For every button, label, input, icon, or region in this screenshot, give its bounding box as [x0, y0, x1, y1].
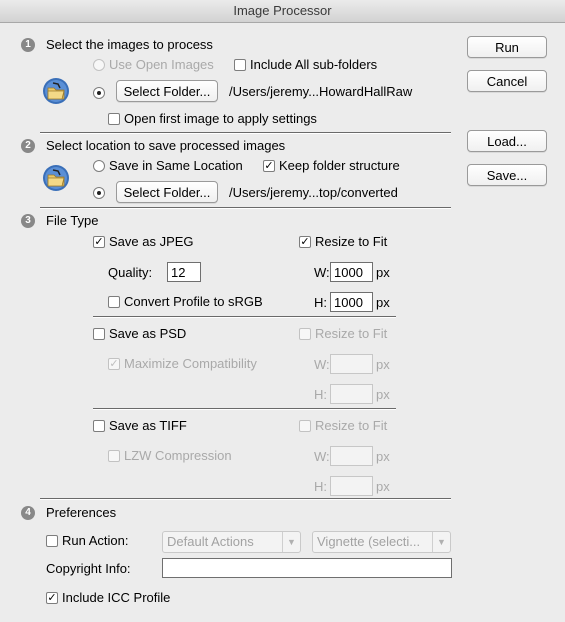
section-2-heading: Select location to save processed images [46, 138, 286, 153]
keep-folder-structure-checkbox[interactable]: ✓ [263, 160, 275, 172]
chevron-down-icon: ▼ [432, 532, 450, 552]
psd-width-input[interactable] [330, 354, 373, 374]
run-action-label: Run Action: [62, 533, 129, 548]
action-set-select[interactable]: Default Actions ▼ [162, 531, 301, 553]
separator [93, 408, 396, 410]
include-icc-checkbox[interactable]: ✓ [46, 592, 58, 604]
tiff-resize-label: Resize to Fit [315, 418, 388, 433]
tiff-width-label: W: [314, 449, 330, 464]
jpeg-width-label: W: [314, 265, 330, 280]
save-as-psd-label: Save as PSD [109, 326, 187, 341]
psd-height-unit: px [376, 387, 390, 402]
psd-width-label: W: [314, 357, 330, 372]
action-value: Vignette (selecti... [317, 534, 421, 549]
separator [93, 316, 396, 318]
jpeg-height-label: H: [314, 295, 327, 310]
select-destination-folder-button[interactable]: Select Folder... [116, 181, 218, 203]
jpeg-resize-checkbox[interactable]: ✓ [299, 236, 311, 248]
save-as-jpeg-checkbox[interactable]: ✓ [93, 236, 105, 248]
bridge-folder-icon [43, 165, 69, 191]
step-4-badge: 4 [21, 506, 35, 520]
step-1-badge: 1 [21, 38, 35, 52]
save-as-tiff-label: Save as TIFF [109, 418, 187, 433]
convert-profile-checkbox[interactable] [108, 296, 120, 308]
maximize-compatibility-checkbox[interactable]: ✓ [108, 358, 120, 370]
chevron-down-icon: ▼ [282, 532, 300, 552]
save-button[interactable]: Save... [467, 164, 547, 186]
jpeg-height-unit: px [376, 295, 390, 310]
lzw-compression-checkbox[interactable] [108, 450, 120, 462]
action-set-value: Default Actions [167, 534, 254, 549]
load-button[interactable]: Load... [467, 130, 547, 152]
open-first-image-checkbox[interactable] [108, 113, 120, 125]
quality-input[interactable] [167, 262, 201, 282]
save-same-location-radio[interactable] [93, 160, 105, 172]
save-as-tiff-checkbox[interactable] [93, 420, 105, 432]
psd-height-input[interactable] [330, 384, 373, 404]
open-first-image-label: Open first image to apply settings [124, 111, 317, 126]
save-as-psd-checkbox[interactable] [93, 328, 105, 340]
run-button[interactable]: Run [467, 36, 547, 58]
keep-folder-structure-label: Keep folder structure [279, 158, 400, 173]
copyright-label: Copyright Info: [46, 561, 131, 576]
destination-folder-radio[interactable] [93, 187, 105, 199]
tiff-width-unit: px [376, 449, 390, 464]
save-same-location-label: Save in Same Location [109, 158, 243, 173]
use-open-images-label: Use Open Images [109, 57, 214, 72]
window-title: Image Processor [0, 0, 565, 23]
tiff-width-input[interactable] [330, 446, 373, 466]
use-open-images-radio[interactable] [93, 59, 105, 71]
psd-resize-label: Resize to Fit [315, 326, 388, 341]
include-icc-label: Include ICC Profile [62, 590, 171, 605]
section-1-heading: Select the images to process [46, 37, 213, 52]
bridge-folder-icon [43, 78, 69, 104]
jpeg-width-unit: px [376, 265, 390, 280]
step-3-badge: 3 [21, 214, 35, 228]
include-subfolders-label: Include All sub-folders [250, 57, 378, 72]
tiff-resize-checkbox[interactable] [299, 420, 311, 432]
psd-width-unit: px [376, 357, 390, 372]
source-folder-radio[interactable] [93, 87, 105, 99]
lzw-compression-label: LZW Compression [124, 448, 232, 463]
source-folder-path: /Users/jeremy...HowardHallRaw [229, 84, 413, 99]
step-2-badge: 2 [21, 139, 35, 153]
convert-profile-label: Convert Profile to sRGB [124, 294, 263, 309]
jpeg-resize-label: Resize to Fit [315, 234, 388, 249]
psd-height-label: H: [314, 387, 327, 402]
separator [40, 132, 451, 134]
tiff-height-input[interactable] [330, 476, 373, 496]
tiff-height-label: H: [314, 479, 327, 494]
copyright-input[interactable] [162, 558, 452, 578]
jpeg-height-input[interactable] [330, 292, 373, 312]
run-action-checkbox[interactable] [46, 535, 58, 547]
select-source-folder-button[interactable]: Select Folder... [116, 80, 218, 102]
include-subfolders-checkbox[interactable] [234, 59, 246, 71]
cancel-button[interactable]: Cancel [467, 70, 547, 92]
maximize-compatibility-label: Maximize Compatibility [124, 356, 257, 371]
section-4-heading: Preferences [46, 505, 117, 520]
psd-resize-checkbox[interactable] [299, 328, 311, 340]
action-select[interactable]: Vignette (selecti... ▼ [312, 531, 451, 553]
tiff-height-unit: px [376, 479, 390, 494]
section-3-heading: File Type [46, 213, 99, 228]
destination-folder-path: /Users/jeremy...top/converted [229, 185, 398, 200]
quality-label: Quality: [108, 265, 153, 280]
separator [40, 498, 451, 500]
jpeg-width-input[interactable] [330, 262, 373, 282]
separator [40, 207, 451, 209]
save-as-jpeg-label: Save as JPEG [109, 234, 194, 249]
